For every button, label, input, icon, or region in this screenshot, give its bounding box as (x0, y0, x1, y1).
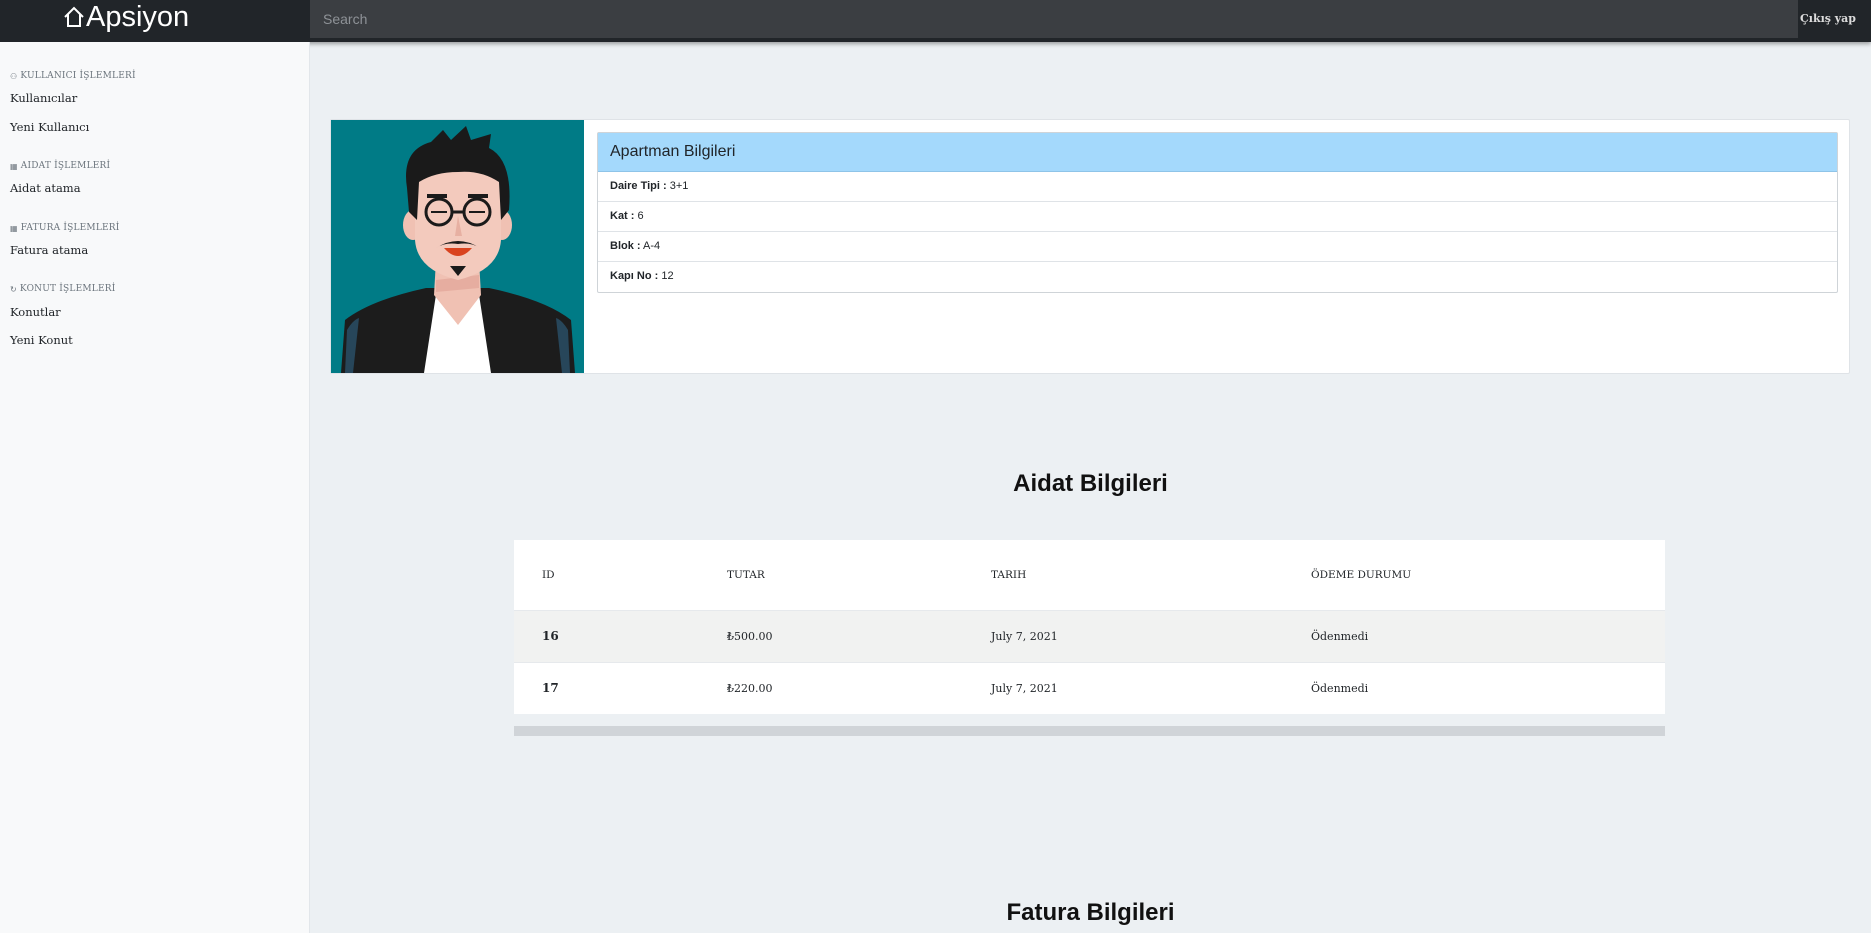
column-header-tutar: TUTAR (727, 568, 765, 581)
column-header-tarih: TARIH (991, 568, 1027, 581)
column-header-id: ID (542, 568, 555, 581)
sidebar-item-kullanicilar[interactable]: Kullanıcılar (10, 91, 77, 105)
info-label: Blok : (610, 240, 641, 252)
aidat-section-title: Aidat Bilgileri (1013, 470, 1168, 497)
sidebar-section-konut: ↻ KONUT İŞLEMLERİ (10, 284, 115, 294)
info-value: A-4 (643, 240, 661, 252)
sidebar-item-yeni-konut[interactable]: Yeni Konut (10, 333, 73, 347)
info-row-kat: Kat : 6 (598, 202, 1837, 232)
table-row: 16 ₺500.00 July 7, 2021 Ödenmedi (514, 609, 1665, 662)
cell-id: 16 (514, 609, 699, 662)
search-input[interactable] (310, 0, 1798, 38)
cell-status: Ödenmedi (1283, 609, 1665, 662)
sidebar-section-fatura: ▦ FATURA İŞLEMLERİ (10, 223, 120, 233)
info-value: 6 (637, 210, 644, 222)
refresh-icon: ↻ (10, 284, 17, 294)
top-navbar: Apsiyon Çıkış yap (0, 0, 1871, 42)
info-row-blok: Blok : A-4 (598, 232, 1837, 262)
brand-name: Apsiyon (86, 0, 190, 33)
cell-date: July 7, 2021 (963, 609, 1283, 662)
sidebar-item-aidat-atama[interactable]: Aidat atama (10, 181, 81, 195)
sidebar-item-yeni-kullanici[interactable]: Yeni Kullanıcı (10, 120, 89, 134)
info-value: 3+1 (669, 180, 689, 192)
cell-id: 17 (514, 661, 699, 714)
cell-amount: ₺500.00 (699, 609, 963, 662)
apartment-info-title: Apartman Bilgileri (598, 133, 1837, 172)
sidebar-section-title: AIDAT İŞLEMLERİ (20, 161, 111, 171)
info-label: Kapı No : (610, 270, 659, 282)
users-icon: ⚇ (10, 71, 18, 81)
sidebar-section-title: KULLANICI İŞLEMLERİ (20, 71, 136, 81)
info-value: 12 (661, 270, 674, 282)
sidebar-section-aidat: ▦ AIDAT İŞLEMLERİ (10, 161, 110, 171)
avatar-illustration (331, 120, 584, 373)
info-label: Daire Tipi : (610, 180, 667, 192)
brand-link[interactable]: Apsiyon (63, 0, 189, 34)
calculator-icon: ▦ (10, 161, 18, 171)
user-avatar (331, 120, 584, 373)
apartment-info-panel: Apartman Bilgileri Daire Tipi : 3+1 Kat … (597, 132, 1838, 293)
sidebar-section-title: KONUT İŞLEMLERİ (19, 284, 116, 294)
info-row-daire-tipi: Daire Tipi : 3+1 (598, 172, 1837, 202)
table-header-row: ID TUTAR TARIH ÖDEME DURUMU (514, 540, 1665, 610)
info-row-kapi-no: Kapı No : 12 (598, 262, 1837, 292)
horizontal-scrollbar[interactable] (514, 726, 1665, 736)
sidebar-item-fatura-atama[interactable]: Fatura atama (10, 243, 88, 257)
home-icon (64, 6, 84, 27)
sidebar-item-konutlar[interactable]: Konutlar (10, 305, 61, 319)
sidebar: ⚇ KULLANICI İŞLEMLERİ Kullanıcılar Yeni … (0, 42, 310, 933)
cell-amount: ₺220.00 (699, 661, 963, 714)
table-row: 17 ₺220.00 July 7, 2021 Ödenmedi (514, 661, 1665, 714)
sidebar-section-kullanici: ⚇ KULLANICI İŞLEMLERİ (10, 71, 136, 81)
info-label: Kat : (610, 210, 635, 222)
cell-date: July 7, 2021 (963, 661, 1283, 714)
fatura-section-title: Fatura Bilgileri (1006, 899, 1175, 926)
aidat-table-container: ID TUTAR TARIH ÖDEME DURUMU 16 ₺500.00 J… (514, 540, 1665, 736)
aidat-table: ID TUTAR TARIH ÖDEME DURUMU 16 ₺500.00 J… (514, 540, 1665, 714)
column-header-odeme-durumu: ÖDEME DURUMU (1311, 568, 1412, 581)
logout-link[interactable]: Çıkış yap (1800, 12, 1856, 25)
sidebar-section-title: FATURA İŞLEMLERİ (20, 223, 120, 233)
cell-status: Ödenmedi (1283, 661, 1665, 714)
apartment-card: Apartman Bilgileri Daire Tipi : 3+1 Kat … (330, 119, 1850, 374)
calculator-icon: ▦ (10, 223, 18, 233)
